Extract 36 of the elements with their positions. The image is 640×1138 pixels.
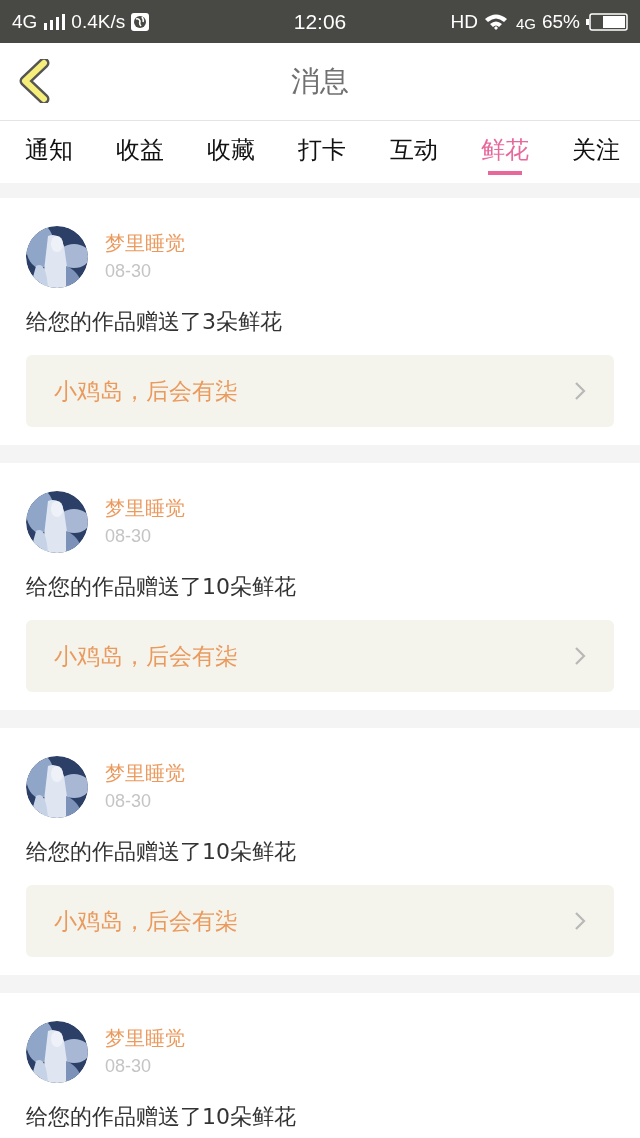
data-network: 4G <box>515 14 536 32</box>
clock: 12:06 <box>293 9 347 34</box>
work-link[interactable]: 小鸡岛，后会有柒 <box>26 355 614 427</box>
chevron-right-icon <box>574 911 586 931</box>
message-date: 08-30 <box>105 1056 153 1077</box>
hd-indicator: HD <box>450 10 478 33</box>
message-date: 08-30 <box>105 791 153 812</box>
chevron-right-icon <box>574 646 586 666</box>
message-text: 给您的作品赠送了3朵鲜花 <box>26 308 283 336</box>
message-date: 08-30 <box>105 526 153 547</box>
work-link[interactable]: 小鸡岛，后会有柒 <box>26 885 614 957</box>
page-title: 消息 <box>291 62 349 100</box>
tab[interactable]: 通知 <box>25 121 73 179</box>
chevron-right-icon <box>574 381 586 401</box>
tab[interactable]: 打卡 <box>298 121 347 179</box>
work-link[interactable]: 小鸡岛，后会有柒 <box>26 620 614 692</box>
tab[interactable]: 互动 <box>389 121 438 179</box>
signal-icon <box>43 13 66 30</box>
tab[interactable]: 收藏 <box>207 121 256 179</box>
message-date: 08-30 <box>105 261 153 282</box>
wifi-icon <box>483 12 510 31</box>
tab[interactable]: 收益 <box>116 121 165 179</box>
user-name[interactable]: 梦里睡觉 <box>105 1025 185 1052</box>
network-type: 4G <box>12 10 38 33</box>
battery-percent: 65% <box>541 10 580 33</box>
message-text: 给您的作品赠送了10朵鲜花 <box>26 1103 297 1131</box>
back-icon[interactable] <box>17 59 51 103</box>
user-name[interactable]: 梦里睡觉 <box>105 495 185 522</box>
battery-icon <box>586 12 628 31</box>
tab[interactable]: 关注 <box>571 121 620 179</box>
user-name[interactable]: 梦里睡觉 <box>105 760 185 787</box>
message-text: 给您的作品赠送了10朵鲜花 <box>26 573 297 601</box>
message-text: 给您的作品赠送了10朵鲜花 <box>26 838 297 866</box>
network-speed: 0.4K/s <box>71 10 126 33</box>
user-name[interactable]: 梦里睡觉 <box>105 230 185 257</box>
globe-icon <box>131 12 150 31</box>
